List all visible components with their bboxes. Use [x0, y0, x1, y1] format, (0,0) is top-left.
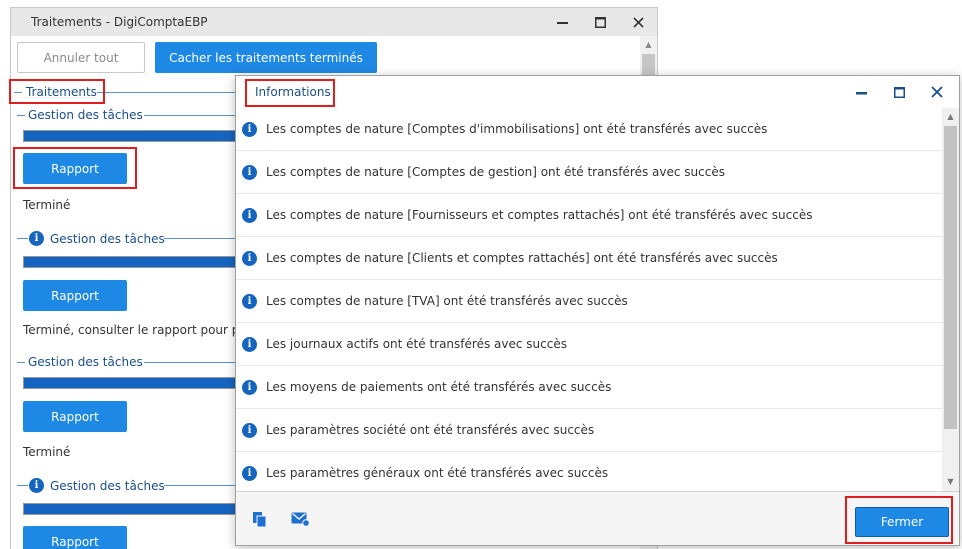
copy-icon [253, 512, 267, 528]
report-button[interactable]: Rapport [23, 401, 127, 432]
message-text: Les comptes de nature [Clients et compte… [266, 251, 778, 265]
messages-scrollbar[interactable]: ▲ ▼ [942, 108, 959, 491]
group-border [17, 115, 25, 116]
task-status: Terminé [23, 198, 71, 212]
task-legend: i Gestion des tâches [29, 231, 165, 246]
dialog-close-button[interactable] [918, 78, 956, 106]
close-icon [931, 86, 943, 98]
progress-fill [24, 504, 236, 514]
scroll-up-arrow-icon[interactable]: ▲ [644, 40, 653, 49]
task-status: Terminé [23, 445, 71, 459]
info-icon: i [242, 121, 257, 137]
messages-list: i Les comptes de nature [Comptes d'immob… [236, 108, 944, 491]
window-titlebar[interactable]: Traitements - DigiComptaEBP [11, 8, 657, 36]
message-text: Les paramètres société ont été transféré… [266, 423, 595, 437]
task-legend: i Gestion des tâches [29, 478, 165, 493]
maximize-icon [594, 16, 606, 28]
info-icon: i [242, 336, 257, 352]
dialog-minimize-button[interactable] [842, 78, 880, 106]
minimize-icon [556, 21, 568, 24]
close-button[interactable] [619, 8, 657, 36]
scroll-down-arrow-icon[interactable]: ▼ [942, 475, 959, 489]
group-border [144, 115, 237, 116]
list-item: i Les paramètres société ont été transfé… [236, 409, 944, 452]
message-text: Les paramètres généraux ont été transfér… [266, 466, 609, 480]
mail-icon [291, 512, 310, 527]
maximize-icon [893, 86, 905, 98]
minimize-icon [855, 91, 867, 94]
close-icon [632, 16, 644, 28]
list-item: i Les comptes de nature [Comptes de gest… [236, 151, 944, 194]
info-icon: i [29, 478, 44, 493]
info-icon: i [242, 465, 257, 481]
list-item: i Les moyens de paiements ont été transf… [236, 366, 944, 409]
group-border [17, 485, 28, 486]
info-icon: i [242, 207, 257, 223]
task-legend: Gestion des tâches [28, 108, 143, 122]
task-legend: Gestion des tâches [28, 355, 143, 369]
info-icon: i [242, 164, 257, 180]
task-legend-label: Gestion des tâches [28, 108, 143, 122]
report-button[interactable]: Rapport [23, 526, 127, 549]
task-progress-bar [23, 130, 237, 142]
progress-fill [24, 257, 236, 267]
list-item: i Les comptes de nature [Clients et comp… [236, 237, 944, 280]
task-legend-label: Gestion des tâches [28, 355, 143, 369]
scrollbar-thumb[interactable] [944, 126, 957, 429]
info-icon: i [242, 250, 257, 266]
message-text: Les comptes de nature [Fournisseurs et c… [266, 208, 813, 222]
progress-fill [24, 378, 236, 388]
report-button[interactable]: Rapport [23, 280, 127, 311]
highlight-dialog-title [245, 79, 335, 107]
info-icon: i [242, 379, 257, 395]
message-text: Les comptes de nature [Comptes de gestio… [266, 165, 725, 179]
hide-finished-button[interactable]: Cacher les traitements terminés [155, 42, 377, 73]
highlight-root-group [9, 79, 105, 104]
window-controls [543, 8, 657, 36]
group-border [17, 362, 25, 363]
group-border [164, 238, 237, 239]
info-icon: i [29, 231, 44, 246]
list-item: i Les comptes de nature [Comptes d'immob… [236, 108, 944, 151]
email-button[interactable] [291, 511, 311, 529]
task-progress-bar [23, 377, 237, 389]
dialog-titlebar[interactable]: Informations [236, 76, 959, 108]
dialog-window-controls [842, 78, 956, 106]
list-item: i Les journaux actifs ont été transférés… [236, 323, 944, 366]
group-border [164, 485, 237, 486]
window-title: Traitements - DigiComptaEBP [31, 15, 208, 29]
scroll-up-arrow-icon[interactable]: ▲ [942, 110, 959, 124]
group-border [17, 238, 28, 239]
list-item: i Les comptes de nature [Fournisseurs et… [236, 194, 944, 237]
dialog-maximize-button[interactable] [880, 78, 918, 106]
highlight-report-button [13, 147, 137, 189]
message-text: Les journaux actifs ont été transférés a… [266, 337, 567, 351]
minimize-button[interactable] [543, 8, 581, 36]
progress-fill [24, 131, 236, 141]
info-icon: i [242, 422, 257, 438]
task-progress-bar [23, 256, 237, 268]
copy-button[interactable] [252, 511, 270, 529]
task-progress-bar [23, 503, 237, 515]
maximize-button[interactable] [581, 8, 619, 36]
message-text: Les moyens de paiements ont été transfér… [266, 380, 612, 394]
task-status: Terminé, consulter le rapport pour plus [23, 323, 257, 337]
cancel-all-button[interactable]: Annuler tout [17, 42, 145, 73]
message-text: Les comptes de nature [Comptes d'immobil… [266, 122, 768, 136]
list-item: i Les comptes de nature [TVA] ont été tr… [236, 280, 944, 323]
message-text: Les comptes de nature [TVA] ont été tran… [266, 294, 628, 308]
task-legend-label: Gestion des tâches [50, 478, 165, 493]
list-item: i Les paramètres généraux ont été transf… [236, 452, 944, 491]
group-border [144, 362, 237, 363]
highlight-close-button [845, 496, 953, 544]
info-icon: i [242, 293, 257, 309]
task-legend-label: Gestion des tâches [50, 231, 165, 246]
informations-dialog: Informations i Les comptes de nature [Co… [235, 75, 960, 546]
group-border [97, 92, 237, 93]
